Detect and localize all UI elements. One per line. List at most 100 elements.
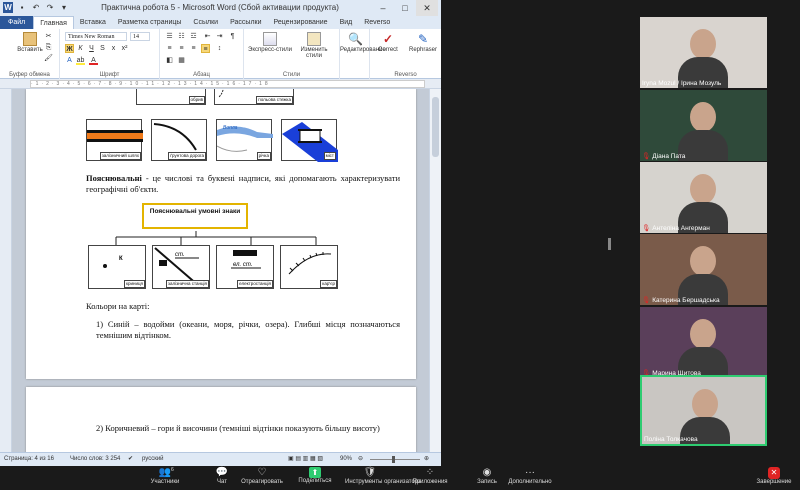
toolbar-button[interactable]: ⬆ Поделиться (290, 467, 340, 484)
spellcheck-icon[interactable]: ✔ (128, 453, 133, 466)
save-icon[interactable]: ▪ (17, 2, 27, 13)
subscript-button[interactable]: x (109, 44, 118, 53)
tab-references[interactable]: Ссылки (187, 16, 224, 29)
correct-button[interactable]: ✓ Correct (372, 32, 404, 53)
participant-name: 🎙 Катерина Бершадська (642, 297, 720, 304)
borders-icon[interactable]: ▦ (177, 56, 186, 65)
tab-home[interactable]: Главная (33, 16, 74, 29)
zoom-slider-thumb[interactable] (392, 456, 395, 463)
participant-video[interactable]: Iryna Mozul / Ірина Мозуль (640, 17, 767, 88)
participant-avatar (690, 246, 716, 276)
host-tools-icon: 🛡 (363, 467, 377, 478)
font-size-select[interactable]: 14 (130, 32, 150, 41)
ribbon-tabs: Файл Главная Вставка Разметка страницы С… (0, 16, 441, 29)
map-sign-river: Вопла річка (216, 119, 273, 161)
participants-icon: 👥 (158, 467, 172, 478)
page-count[interactable]: Страница: 4 из 16 (4, 453, 54, 466)
participant-video[interactable]: 🎙 Катерина Бершадська (640, 234, 767, 305)
font-name-select[interactable]: Times New Roman (65, 32, 127, 41)
map-sign-dirt-road: ґрунтова дорога (151, 119, 207, 161)
italic-button[interactable]: К (76, 44, 85, 53)
more-icon: ··· (525, 467, 535, 478)
toolbar-button[interactable]: ⁘ Приложения (405, 467, 455, 485)
express-styles-button[interactable]: Экспресс-стили (248, 32, 292, 53)
highlight-icon[interactable]: ab (76, 56, 85, 65)
participant-video[interactable]: 🎙 Марина Щитова (640, 307, 767, 378)
vertical-scrollbar[interactable] (429, 89, 441, 452)
zoom-slider[interactable] (370, 459, 420, 460)
participant-video[interactable]: 🎙 Діана Пата (640, 90, 767, 161)
toolbar-button[interactable]: 🛡 Инструменты организатора (345, 467, 421, 485)
maximize-button[interactable]: □ (394, 0, 416, 16)
zoom-in-icon[interactable]: ⊕ (424, 453, 429, 466)
panel-resize-handle[interactable] (608, 238, 611, 250)
map-sign-quarry: кар'єр (280, 245, 338, 289)
tab-mailings[interactable]: Рассылки (224, 16, 267, 29)
multilevel-icon[interactable]: ☲ (189, 32, 198, 41)
shading-icon[interactable]: ◧ (165, 56, 174, 65)
word-count[interactable]: Число слов: 3 254 (70, 453, 120, 466)
toolbar-button-label: Отреагировать (241, 479, 283, 485)
close-button[interactable]: ✕ (416, 0, 438, 16)
participant-video[interactable]: 🎙 Антеліна Ангерман (640, 162, 767, 233)
copy-icon[interactable]: ⎘ (44, 43, 53, 52)
superscript-button[interactable]: x² (120, 44, 129, 53)
tab-page-layout[interactable]: Разметка страницы (112, 16, 188, 29)
participant-avatar (690, 29, 716, 59)
toolbar-button[interactable]: ♡ Отреагировать (237, 467, 287, 485)
line-spacing-icon[interactable]: ↕ (215, 44, 224, 53)
rephraser-button[interactable]: ✎ Rephraser (406, 32, 440, 53)
view-buttons[interactable]: ▣ ▤ ▥ ▦ ▧ (288, 453, 323, 466)
zoom-level[interactable]: 90% (340, 453, 352, 466)
scrollbar-thumb[interactable] (432, 97, 439, 157)
tab-view[interactable]: Вид (334, 16, 359, 29)
toolbar-button-label: Приложения (412, 479, 448, 485)
react-icon: ♡ (257, 467, 267, 478)
tab-reverso[interactable]: Reverso (358, 16, 396, 29)
decrease-indent-icon[interactable]: ⇤ (203, 32, 212, 41)
document-area[interactable]: обрив польова стежка залізничний шлях ґр… (12, 89, 429, 452)
bullets-icon[interactable]: ☰ (165, 32, 174, 41)
paste-button[interactable]: Вставить (12, 32, 48, 53)
participant-video[interactable]: Поліна Толкачова (640, 375, 767, 446)
align-right-icon[interactable]: ≡ (189, 44, 198, 53)
format-painter-icon[interactable]: 🖌 (44, 54, 53, 63)
align-center-icon[interactable]: ≡ (177, 44, 186, 53)
map-sign-cliff: обрив (136, 89, 206, 105)
redo-icon[interactable]: ↷ (45, 2, 55, 13)
participant-avatar (690, 174, 716, 204)
show-marks-icon[interactable]: ¶ (228, 32, 237, 41)
text-effects-icon[interactable]: A (65, 56, 74, 65)
increase-indent-icon[interactable]: ⇥ (215, 32, 224, 41)
justify-icon[interactable]: ≡ (201, 44, 210, 53)
customize-icon[interactable]: ▾ (59, 2, 69, 13)
toolbar-button-label: Поделиться (298, 478, 332, 484)
reverso-group-label: Reverso (394, 72, 417, 78)
title-bar: W ▪ ↶ ↷ ▾ Практична робота 5 - Microsoft… (0, 0, 441, 16)
zoom-out-icon[interactable]: ⊖ (358, 453, 363, 466)
tab-insert[interactable]: Вставка (74, 16, 112, 29)
change-styles-button[interactable]: Изменить стили (292, 32, 336, 59)
toolbar-button[interactable]: ··· Дополнительно (505, 467, 555, 485)
undo-icon[interactable]: ↶ (31, 2, 41, 13)
tab-file[interactable]: Файл (0, 16, 34, 29)
clipboard-group-label: Буфер обмена (9, 72, 50, 78)
bold-button[interactable]: Ж (65, 44, 74, 53)
cut-icon[interactable]: ✂ (44, 32, 53, 41)
minimize-button[interactable]: – (372, 0, 394, 16)
tab-review[interactable]: Рецензирование (268, 16, 334, 29)
strikethrough-button[interactable]: S (98, 44, 107, 53)
list-item-blue: 1) Синій – водойми (океани, моря, річки,… (96, 319, 400, 340)
language[interactable]: русский (142, 453, 164, 466)
align-left-icon[interactable]: ≡ (165, 44, 174, 53)
numbering-icon[interactable]: ☷ (177, 32, 186, 41)
participant-name: Iryna Mozul / Ірина Мозуль (642, 80, 722, 87)
editing-button[interactable]: 🔍 Редактирование (340, 32, 386, 53)
toolbar-button[interactable]: ✕ Завершение (745, 467, 800, 485)
underline-button[interactable]: Ч (87, 44, 96, 53)
well-letter: К (119, 256, 123, 262)
map-sign-power-plant: ел. ст. електростанція (216, 245, 274, 289)
document-page-next: 2) Коричневий – гори й височини (темніші… (26, 387, 416, 452)
font-color-icon[interactable]: A (89, 56, 98, 65)
toolbar-button[interactable]: 👥 6 Участники (140, 467, 190, 485)
